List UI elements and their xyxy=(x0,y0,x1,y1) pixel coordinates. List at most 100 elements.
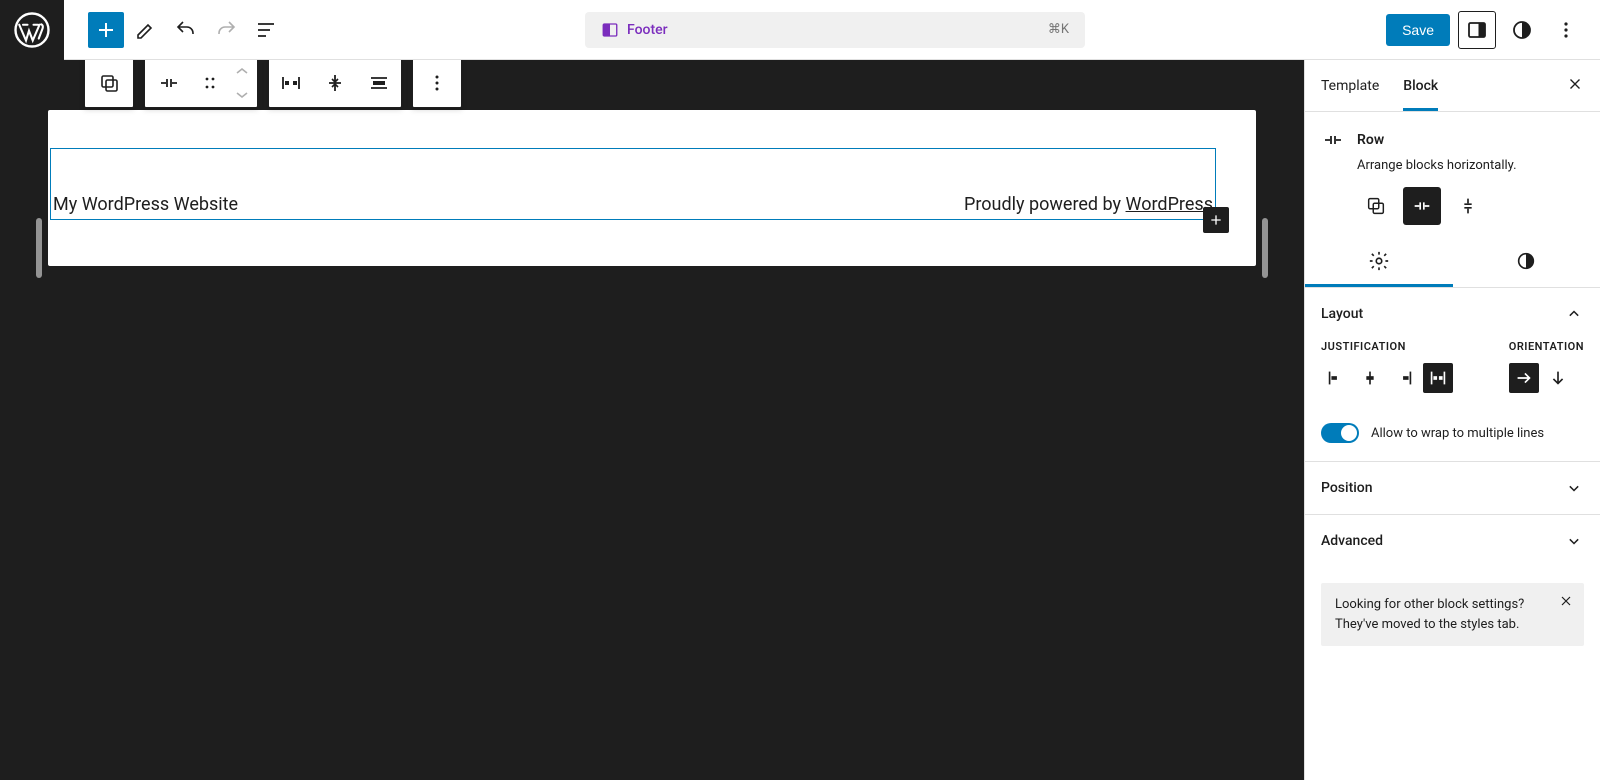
align-button[interactable] xyxy=(357,60,401,107)
undo-icon xyxy=(174,18,198,42)
move-down-icon[interactable] xyxy=(230,83,254,107)
inspector-tabs xyxy=(1305,237,1600,288)
panel-layout: Layout Justification xyxy=(1305,288,1600,462)
close-sidebar-button[interactable] xyxy=(1566,75,1584,97)
sidebar-tabs-list: Template Block xyxy=(1321,60,1438,111)
list-view-icon xyxy=(254,18,278,42)
document-bar-label: Footer xyxy=(601,21,668,39)
options-button[interactable] xyxy=(1548,12,1584,48)
variation-row-button[interactable] xyxy=(1403,187,1441,225)
select-parent-button[interactable] xyxy=(85,60,133,107)
command-shortcut: ⌘K xyxy=(1048,22,1069,37)
orientation-buttons xyxy=(1509,363,1584,393)
panel-advanced-title: Advanced xyxy=(1321,533,1383,549)
tools-button[interactable] xyxy=(128,12,164,48)
drag-handle-button[interactable] xyxy=(193,60,227,107)
wrap-toggle-label: Allow to wrap to multiple lines xyxy=(1371,426,1544,441)
close-icon xyxy=(1558,593,1574,609)
orientation-label: Orientation xyxy=(1509,340,1584,353)
block-inserter-button[interactable] xyxy=(88,12,124,48)
styles-moved-notice: Looking for other block settings? They'v… xyxy=(1321,583,1584,646)
close-icon xyxy=(1566,75,1584,93)
notice-text: Looking for other block settings? They'v… xyxy=(1335,597,1524,632)
wrap-toggle[interactable] xyxy=(1321,423,1359,443)
block-type-button[interactable] xyxy=(145,60,193,107)
top-toolbar: Footer ⌘K Save xyxy=(0,0,1600,60)
panel-position: Position xyxy=(1305,462,1600,515)
align-wide-icon xyxy=(367,71,391,95)
tab-block[interactable]: Block xyxy=(1403,60,1438,111)
block-description: Arrange blocks horizontally. xyxy=(1357,158,1584,173)
save-button[interactable]: Save xyxy=(1386,14,1450,46)
justify-left-icon xyxy=(1325,367,1347,389)
editor-canvas[interactable]: My WordPress Website Proudly powered by … xyxy=(0,60,1304,780)
justification-label: Justification xyxy=(1321,340,1453,353)
toolbar-more-group xyxy=(412,60,462,108)
panel-layout-title: Layout xyxy=(1321,306,1363,322)
resize-handle-right[interactable] xyxy=(1262,218,1268,278)
document-title: Footer xyxy=(627,22,668,38)
redo-button[interactable] xyxy=(208,12,244,48)
powered-by-link[interactable]: WordPress xyxy=(1126,194,1213,215)
plus-icon xyxy=(1208,212,1224,228)
move-up-icon[interactable] xyxy=(230,60,254,83)
row-block[interactable]: My WordPress Website Proudly powered by … xyxy=(50,148,1216,220)
document-overview-button[interactable] xyxy=(248,12,284,48)
inspector-tab-styles[interactable] xyxy=(1453,237,1600,287)
justify-button[interactable] xyxy=(269,60,313,107)
settings-sidebar: Template Block Row Arrange blocks horizo… xyxy=(1304,60,1600,780)
toolbar-right-group: Save xyxy=(1386,11,1600,49)
justify-center-button[interactable] xyxy=(1355,363,1385,393)
align-middle-icon xyxy=(323,71,347,95)
toolbar-center: Footer ⌘K xyxy=(284,12,1386,48)
row-icon xyxy=(157,71,181,95)
resize-handle-left[interactable] xyxy=(36,218,42,278)
justify-space-between-button[interactable] xyxy=(1423,363,1453,393)
drag-icon xyxy=(198,71,222,95)
panel-layout-body: Justification Orientation xyxy=(1305,340,1600,409)
app-root: Footer ⌘K Save xyxy=(0,0,1600,780)
gear-icon xyxy=(1368,250,1390,272)
editor-body: My WordPress Website Proudly powered by … xyxy=(0,60,1600,780)
orientation-vertical-button[interactable] xyxy=(1543,363,1573,393)
stack-icon xyxy=(1457,195,1479,217)
chevron-up-icon xyxy=(1564,304,1584,324)
justify-right-icon xyxy=(1393,367,1415,389)
orientation-horizontal-button[interactable] xyxy=(1509,363,1539,393)
dismiss-notice-button[interactable] xyxy=(1558,593,1574,616)
sidebar-icon xyxy=(1465,18,1489,42)
panel-advanced-header[interactable]: Advanced xyxy=(1305,515,1600,567)
styles-button[interactable] xyxy=(1504,12,1540,48)
edit-icon xyxy=(134,18,158,42)
toolbar-align-group xyxy=(268,60,402,108)
block-variation-picker xyxy=(1357,187,1584,225)
powered-by-prefix: Proudly powered by xyxy=(964,194,1126,215)
undo-button[interactable] xyxy=(168,12,204,48)
more-vertical-icon xyxy=(425,71,449,95)
justification-buttons xyxy=(1321,363,1453,393)
vertical-align-button[interactable] xyxy=(313,60,357,107)
variation-group-button[interactable] xyxy=(1357,187,1395,225)
tab-template[interactable]: Template xyxy=(1321,60,1379,111)
row-icon xyxy=(1411,195,1433,217)
justify-right-button[interactable] xyxy=(1389,363,1419,393)
settings-sidebar-toggle[interactable] xyxy=(1458,11,1496,49)
justify-left-button[interactable] xyxy=(1321,363,1351,393)
block-appender-button[interactable] xyxy=(1203,207,1229,233)
site-title-block[interactable]: My WordPress Website xyxy=(53,194,238,215)
variation-stack-button[interactable] xyxy=(1449,187,1487,225)
powered-by-text[interactable]: Proudly powered by WordPress xyxy=(964,194,1213,215)
document-bar[interactable]: Footer ⌘K xyxy=(585,12,1085,48)
chevron-down-icon xyxy=(1564,531,1584,551)
panel-advanced: Advanced xyxy=(1305,515,1600,567)
panel-layout-header[interactable]: Layout xyxy=(1305,288,1600,340)
row-icon xyxy=(1321,128,1345,152)
inspector-tab-settings[interactable] xyxy=(1305,237,1453,287)
block-options-button[interactable] xyxy=(413,60,461,107)
justify-space-between-icon xyxy=(1427,367,1449,389)
panel-position-header[interactable]: Position xyxy=(1305,462,1600,514)
footer-template-part[interactable]: My WordPress Website Proudly powered by … xyxy=(48,110,1256,266)
wp-logo-button[interactable] xyxy=(0,0,64,60)
arrow-right-icon xyxy=(1513,367,1535,389)
styles-icon xyxy=(1510,18,1534,42)
